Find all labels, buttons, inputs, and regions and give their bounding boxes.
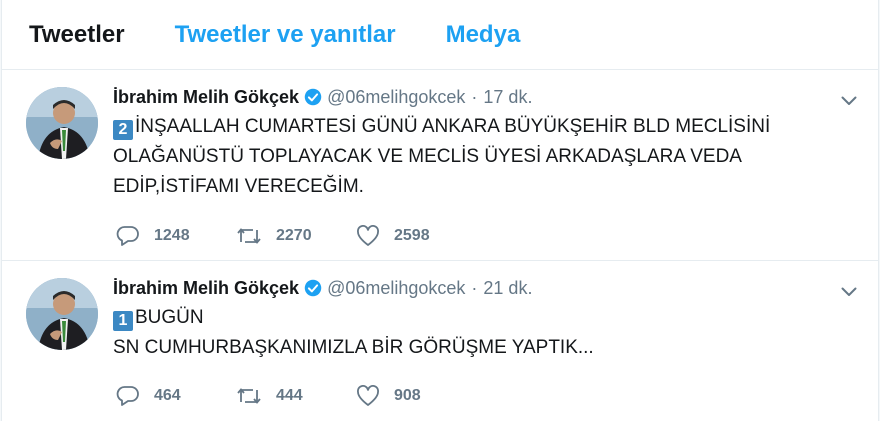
retweet-icon — [236, 226, 262, 246]
tweet-actions: 1248 2270 2598 — [116, 225, 476, 247]
tweet-header: İbrahim Melih Gökçek @06melihgokcek · 17… — [113, 85, 532, 109]
tweet-text-line: EDİP,İSTİFAMI VERECEĞİM. — [113, 176, 364, 197]
tweet-text-line: OLAĞANÜSTÜ TOPLAYACAK VE MECLİS ÜYESİ AR… — [113, 146, 742, 167]
profile-timeline: Tweetler Tweetler ve yanıtlar Medya İbra… — [1, 0, 879, 421]
heart-icon — [356, 225, 380, 247]
author-handle[interactable]: @06melihgokcek — [327, 276, 465, 300]
tweet-header: İbrahim Melih Gökçek @06melihgokcek · 21… — [113, 276, 532, 300]
separator-dot: · — [471, 278, 478, 298]
author-handle[interactable]: @06melihgokcek — [327, 85, 465, 109]
retweet-icon — [236, 386, 262, 406]
tweet-text: 2 İNŞAALLAH CUMARTESİ GÜNÜ ANKARA BÜYÜKŞE… — [113, 112, 833, 202]
chevron-down-icon[interactable] — [838, 90, 860, 112]
heart-icon — [356, 385, 380, 407]
tweet-text-line: SN CUMHURBAŞKANIMIZLA BİR GÖRÜŞME YAPTIK… — [113, 337, 594, 358]
like-button[interactable]: 2598 — [356, 225, 476, 247]
reply-icon — [116, 225, 140, 247]
like-count: 2598 — [394, 227, 430, 244]
like-count: 908 — [394, 387, 421, 404]
keycap-number-emoji: 2 — [113, 120, 133, 140]
avatar[interactable] — [26, 278, 98, 350]
tweet-text-line: 1 BUGÜN — [113, 303, 833, 333]
separator-dot: · — [471, 87, 478, 107]
like-button[interactable]: 908 — [356, 385, 476, 407]
reply-count: 1248 — [154, 227, 190, 244]
verified-badge-icon — [304, 279, 322, 297]
tweet-timestamp[interactable]: 21 dk. — [483, 276, 532, 300]
tweet[interactable]: İbrahim Melih Gökçek @06melihgokcek · 17… — [2, 70, 878, 261]
tweet-text-line: 2 İNŞAALLAH CUMARTESİ GÜNÜ ANKARA BÜYÜKŞE… — [113, 112, 833, 142]
tweet-text: 1 BUGÜN SN CUMHURBAŞKANIMIZLA BİR GÖRÜŞME… — [113, 303, 833, 363]
reply-count: 464 — [154, 387, 181, 404]
reply-button[interactable]: 1248 — [116, 225, 236, 247]
author-name[interactable]: İbrahim Melih Gökçek — [113, 85, 299, 109]
retweet-button[interactable]: 2270 — [236, 226, 356, 246]
timeline-tabs: Tweetler Tweetler ve yanıtlar Medya — [2, 0, 878, 70]
author-name[interactable]: İbrahim Melih Gökçek — [113, 276, 299, 300]
tab-tweets-and-replies[interactable]: Tweetler ve yanıtlar — [175, 21, 396, 49]
reply-button[interactable]: 464 — [116, 385, 236, 407]
tab-tweets[interactable]: Tweetler — [29, 21, 125, 49]
tweet-timestamp[interactable]: 17 dk. — [483, 85, 532, 109]
retweet-count: 2270 — [276, 227, 312, 244]
chevron-down-icon[interactable] — [838, 281, 860, 303]
tab-media[interactable]: Medya — [446, 21, 521, 49]
avatar[interactable] — [26, 87, 98, 159]
keycap-number-emoji: 1 — [113, 311, 133, 331]
reply-icon — [116, 385, 140, 407]
tweet-actions: 464 444 908 — [116, 385, 476, 407]
tweet[interactable]: İbrahim Melih Gökçek @06melihgokcek · 21… — [2, 261, 878, 421]
verified-badge-icon — [304, 88, 322, 106]
retweet-count: 444 — [276, 387, 303, 404]
retweet-button[interactable]: 444 — [236, 386, 356, 406]
